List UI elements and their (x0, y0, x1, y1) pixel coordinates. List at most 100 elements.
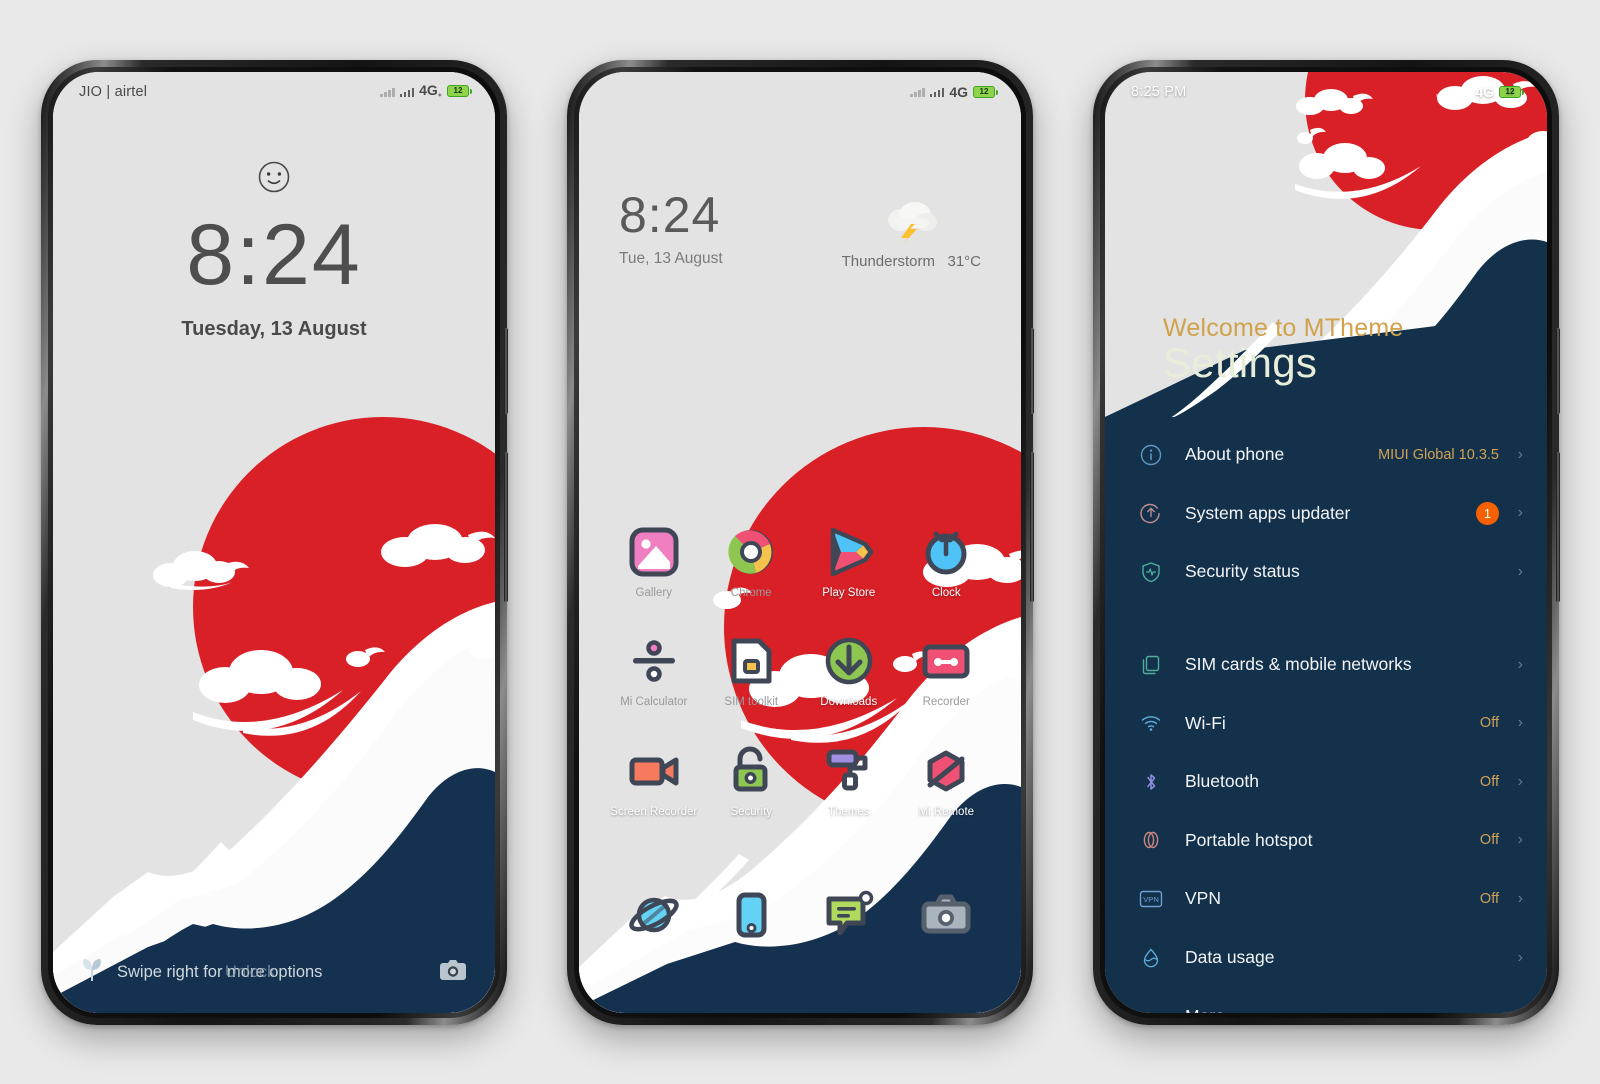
app-recorder[interactable]: Recorder (898, 633, 996, 709)
svg-text:VPN: VPN (1143, 895, 1159, 904)
app-label: Gallery (635, 586, 672, 599)
battery-level: 12 (1505, 86, 1515, 96)
battery-icon: 12 (1499, 85, 1524, 98)
phone-dialer-icon (736, 892, 767, 938)
app-label: Security (730, 805, 773, 818)
settings-row-data-usage[interactable]: Data usage › (1105, 928, 1547, 987)
signal-bars-icon-2 (929, 86, 945, 97)
lock-hint-primary: Swipe right for more options (117, 962, 323, 981)
settings-row-security-status[interactable]: Security status › (1105, 543, 1547, 602)
wifi-icon (1131, 712, 1171, 734)
app-downloads[interactable]: Downloads (800, 633, 898, 709)
video-camera-icon (629, 757, 679, 785)
row-label: Portable hotspot (1185, 829, 1313, 850)
lock-time: 8:24 (186, 206, 362, 303)
volume-button-3[interactable] (1556, 451, 1560, 602)
settings-row-portable-hotspot[interactable]: Portable hotspot Off › (1105, 811, 1547, 870)
settings-row-wifi[interactable]: Wi-Fi Off › (1105, 694, 1547, 753)
row-label: Wi-Fi (1185, 712, 1226, 733)
lock-screen-display: JIO | airtel 4G⁺ 12 8:24 Tuesday, 13 Aug… (53, 71, 495, 1013)
clock-icon (925, 531, 967, 574)
settings-row-about-phone[interactable]: About phone MIUI Global 10.3.5 › (1105, 426, 1547, 485)
network-label: 4G (1475, 83, 1494, 100)
battery-level: 12 (979, 86, 989, 96)
app-label: Mi Remote (918, 805, 975, 818)
weather-widget[interactable]: Thunderstorm 31°C (842, 190, 981, 270)
dock-camera[interactable]: Camera (898, 887, 996, 955)
app-clock[interactable]: Clock (898, 524, 996, 600)
volume-button-2[interactable] (1030, 451, 1034, 602)
app-gallery[interactable]: Gallery (605, 524, 703, 600)
update-arrow-icon (1131, 502, 1171, 524)
thunderstorm-cloud-icon (881, 201, 941, 248)
power-button[interactable] (504, 327, 508, 414)
row-label: About phone (1185, 444, 1285, 465)
chevron-right-icon: › (1517, 772, 1523, 790)
ellipsis-icon (1131, 1005, 1171, 1012)
download-icon (825, 637, 872, 685)
signal-bars-icon-2 (399, 86, 415, 97)
app-label: Screen Recorder (610, 805, 698, 818)
bluetooth-icon (1131, 771, 1171, 793)
dock-browser[interactable]: Browser (605, 887, 703, 955)
app-sim-toolkit[interactable]: SIM toolkit (703, 633, 801, 709)
camera-icon[interactable] (439, 958, 467, 987)
chrome-icon (728, 529, 774, 574)
camera-app-icon (921, 894, 971, 934)
lock-hint-ghost: Unlock (225, 962, 276, 981)
recorder-icon (922, 644, 970, 679)
app-play-store[interactable]: Play Store (800, 524, 898, 600)
network-sub: ⁺ (437, 91, 442, 101)
unlocked-padlock-icon (733, 746, 768, 791)
power-button-2[interactable] (1030, 327, 1034, 414)
chevron-right-icon: › (1517, 655, 1523, 673)
carrier-label: JIO | airtel (79, 83, 148, 100)
signal-bars-icon (910, 86, 925, 97)
row-label: Bluetooth (1185, 771, 1259, 792)
lock-bottom-bar: Swipe right for more options Unlock (53, 958, 495, 987)
app-security[interactable]: Security (703, 743, 801, 819)
home-screen-display: 4G 12 8:24 Tue, 13 August Thunderstorm 3… (579, 71, 1021, 1013)
signal-bars-icon (1436, 86, 1451, 97)
row-label: More (1171, 1006, 1499, 1013)
settings-row-system-apps-updater[interactable]: System apps updater 1 › (1105, 484, 1547, 543)
home-clock-widget[interactable]: 8:24 Tue, 13 August (619, 190, 723, 268)
row-value: MIUI Global 10.3.5 (1378, 446, 1499, 463)
signal-bars-icon-2 (1455, 86, 1471, 97)
settings-row-more[interactable]: More › (1105, 987, 1547, 1013)
home-status-bar: 4G 12 (579, 72, 1021, 112)
app-label: Downloads (820, 696, 878, 708)
settings-row-sim-cards[interactable]: SIM cards & mobile networks › (1105, 635, 1547, 694)
app-label: SIM toolkit (724, 696, 779, 708)
app-grid: Gallery Chrome Play Store Clock Mi Calcu… (605, 524, 995, 819)
battery-icon: 12 (973, 85, 998, 98)
settings-list: About phone MIUI Global 10.3.5 › System … (1105, 416, 1547, 1013)
chevron-right-icon: › (1517, 504, 1523, 522)
lock-clock-widget: 8:24 Tuesday, 13 August (53, 212, 495, 341)
battery-level: 12 (453, 86, 463, 96)
settings-row-vpn[interactable]: VPN VPN Off › (1105, 870, 1547, 929)
sim-card-icon (731, 638, 772, 684)
volume-button[interactable] (504, 451, 508, 602)
status-badge: 1 (1476, 501, 1499, 525)
row-label: SIM cards & mobile networks (1185, 654, 1412, 675)
row-label: System apps updater (1185, 502, 1351, 523)
app-screen-recorder[interactable]: Screen Recorder (605, 743, 703, 819)
row-label: Security status (1185, 561, 1300, 582)
power-button-3[interactable] (1556, 327, 1560, 414)
settings-row-bluetooth[interactable]: Bluetooth Off › (1105, 752, 1547, 811)
vpn-badge-icon: VPN (1131, 890, 1171, 908)
status-time: 8:25 PM (1131, 83, 1187, 100)
dock-phone[interactable]: Phone (703, 887, 801, 955)
app-label: Clock (931, 586, 961, 599)
dock-messages[interactable]: Messages (800, 887, 898, 955)
lock-hint-text: Swipe right for more options Unlock (117, 963, 425, 982)
app-themes[interactable]: Themes (800, 743, 898, 819)
smiley-face-icon[interactable] (257, 160, 291, 199)
app-mi-calculator[interactable]: Mi Calculator (605, 633, 703, 709)
flower-icon[interactable] (81, 958, 103, 987)
app-mi-remote[interactable]: Mi Remote (898, 743, 996, 819)
app-chrome[interactable]: Chrome (703, 524, 801, 600)
sim-cards-icon (1131, 654, 1171, 676)
app-label: Mi Calculator (620, 696, 688, 708)
